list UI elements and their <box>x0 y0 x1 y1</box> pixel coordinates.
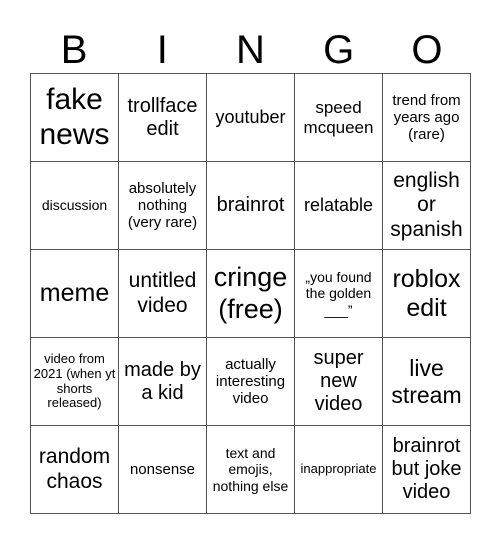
bingo-cell[interactable]: cringe (free) <box>207 250 295 338</box>
cell-text: brainrot but joke video <box>391 435 462 503</box>
cell-text: video from 2021 (when yt shorts released… <box>33 350 116 411</box>
bingo-cell[interactable]: relatable <box>295 162 383 250</box>
bingo-cell[interactable]: discussion <box>31 162 119 250</box>
bingo-cell[interactable]: untitled video <box>119 250 207 338</box>
header-letter-i: I <box>156 28 168 72</box>
cell-text: made by a kid <box>124 358 201 404</box>
cell-text: nonsense <box>129 460 196 478</box>
cell-text: english or spanish <box>390 169 463 241</box>
cell-text: speed mcqueen <box>303 97 374 137</box>
bingo-cell[interactable]: trend from years ago (rare) <box>383 74 471 162</box>
cell-text: random chaos <box>38 445 111 493</box>
cell-text: untitled video <box>128 269 197 317</box>
bingo-cell[interactable]: fake news <box>31 74 119 162</box>
bingo-cell[interactable]: youtuber <box>207 74 295 162</box>
cell-text: relatable <box>303 195 374 216</box>
cell-text: youtuber <box>215 107 286 128</box>
cell-text: trollface edit <box>127 94 198 140</box>
bingo-cell[interactable]: actually interesting video <box>207 338 295 426</box>
bingo-cell[interactable]: „you found the golden ___” <box>295 250 383 338</box>
bingo-cell[interactable]: inappropriate <box>295 426 383 514</box>
cell-text: inappropriate <box>300 461 377 477</box>
cell-text: trend from years ago (rare) <box>392 91 461 144</box>
bingo-cell[interactable]: meme <box>31 250 119 338</box>
bingo-cell[interactable]: speed mcqueen <box>295 74 383 162</box>
bingo-cell[interactable]: made by a kid <box>119 338 207 426</box>
cell-text: brainrot <box>216 194 285 216</box>
cell-text: cringe (free) <box>213 262 288 324</box>
cell-text: live stream <box>391 355 462 408</box>
header-letter-n: N <box>236 28 265 72</box>
bingo-cell[interactable]: nonsense <box>119 426 207 514</box>
cell-text: text and emojis, nothing else <box>212 445 289 494</box>
bingo-cell[interactable]: random chaos <box>31 426 119 514</box>
cell-text: fake news <box>39 83 110 151</box>
cell-text: absolutely nothing (very rare) <box>127 179 198 232</box>
bingo-cell[interactable]: brainrot but joke video <box>383 426 471 514</box>
header-letter-o: O <box>411 28 443 72</box>
bingo-card-grid: fake news trollface edit youtuber speed … <box>30 73 471 514</box>
bingo-cell[interactable]: roblox edit <box>383 250 471 338</box>
header-letter-g: G <box>323 28 355 72</box>
header-letter-b: B <box>60 28 88 72</box>
bingo-cell[interactable]: live stream <box>383 338 471 426</box>
cell-text: roblox edit <box>392 264 461 322</box>
bingo-cell[interactable]: absolutely nothing (very rare) <box>119 162 207 250</box>
cell-text: actually interesting video <box>215 355 286 408</box>
bingo-cell[interactable]: text and emojis, nothing else <box>207 426 295 514</box>
cell-text: meme <box>39 279 110 308</box>
bingo-cell[interactable]: trollface edit <box>119 74 207 162</box>
cell-text: „you found the golden ___” <box>305 269 372 318</box>
bingo-cell[interactable]: super new video <box>295 338 383 426</box>
bingo-cell[interactable]: english or spanish <box>383 162 471 250</box>
cell-text: super new video <box>313 347 364 415</box>
cell-text: discussion <box>41 197 108 214</box>
bingo-cell[interactable]: video from 2021 (when yt shorts released… <box>31 338 119 426</box>
bingo-cell[interactable]: brainrot <box>207 162 295 250</box>
bingo-header: B I N G O <box>30 28 471 73</box>
